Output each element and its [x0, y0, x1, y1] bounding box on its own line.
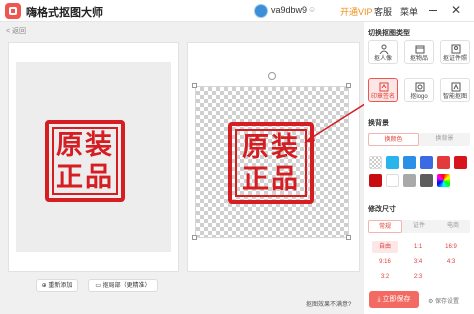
original-stamp: 原装 正品 [45, 120, 125, 202]
ratio-1-1[interactable]: 1:1 [405, 241, 431, 253]
ratio-16-9[interactable]: 16:9 [438, 241, 464, 253]
smart-cutout-icon [451, 82, 461, 92]
color-swatch-sky-blue[interactable] [386, 156, 399, 169]
color-swatch-crimson[interactable] [369, 174, 382, 187]
stamp-text-line1: 原装 [56, 130, 114, 161]
color-swatch-gray[interactable] [403, 174, 416, 187]
logo-icon [415, 82, 425, 92]
ratio-3-4[interactable]: 3:4 [405, 256, 431, 268]
tab-change-color[interactable]: 换颜色 [368, 133, 419, 146]
ratio-2-3[interactable]: 2:3 [405, 271, 431, 283]
resize-handle[interactable] [346, 83, 351, 88]
stamp-text-line2: 正品 [56, 162, 114, 193]
bg-tab-group: 换颜色 换背景 [368, 133, 470, 146]
rotate-handle-icon[interactable] [268, 72, 276, 80]
type-stamp-button[interactable]: 印章签名 [368, 78, 398, 102]
ratio-3-2[interactable]: 3:2 [372, 271, 398, 283]
app-window: 嗨格式抠图大师 va9dbw9 ☺ 开通VIP 客服 菜单 ✕ < 返回 原装 … [0, 0, 474, 314]
minimize-icon[interactable] [429, 10, 437, 11]
gear-icon: ⚙ [428, 299, 436, 305]
vip-button[interactable]: 开通VIP [340, 5, 373, 18]
cutout-type-title: 切换抠图类型 [368, 30, 410, 37]
resize-handle[interactable] [346, 235, 351, 240]
username[interactable]: va9dbw9 [271, 5, 307, 15]
user-avatar[interactable] [254, 4, 268, 18]
customer-service-button[interactable]: 客服 [374, 5, 392, 18]
tab-change-background[interactable]: 换背景 [419, 133, 470, 146]
title-bar: 嗨格式抠图大师 va9dbw9 ☺ 开通VIP 客服 菜单 ✕ [0, 0, 474, 22]
box-icon [415, 45, 425, 54]
size-title: 修改尺寸 [368, 206, 396, 213]
size-tab-group: 常规 证件 电商 [368, 220, 470, 233]
ratio-free[interactable]: 自由 [372, 241, 398, 253]
color-swatch-red[interactable] [437, 156, 450, 169]
tab-size-ecommerce[interactable]: 电商 [436, 220, 470, 233]
type-smart-button[interactable]: 智能抠图 [440, 78, 470, 102]
color-swatch-transparent[interactable] [369, 156, 382, 169]
person-icon [379, 44, 389, 54]
type-logo-button[interactable]: 抠logo [404, 78, 434, 102]
back-link[interactable]: < 返回 [6, 26, 26, 36]
close-icon[interactable]: ✕ [451, 3, 461, 17]
type-portrait-button[interactable]: 抠人像 [368, 40, 398, 64]
app-logo-icon [5, 3, 21, 19]
user-badge-icon: ☺ [308, 5, 317, 14]
id-photo-icon [451, 44, 461, 54]
color-picker-icon[interactable] [437, 174, 450, 187]
save-settings-link[interactable]: ⚙ 保存设置 [428, 296, 459, 305]
crop-icon: ▭ [95, 283, 103, 289]
menu-button[interactable]: 菜单 [400, 5, 418, 18]
resize-handle[interactable] [192, 235, 197, 240]
stamp-text-line1: 原装 [242, 132, 300, 163]
tab-size-id[interactable]: 证件 [402, 220, 436, 233]
color-swatch-blue[interactable] [403, 156, 416, 169]
ratio-4-3[interactable]: 4:3 [438, 256, 464, 268]
ratio-9-16[interactable]: 9:16 [372, 256, 398, 268]
color-swatch-white[interactable] [386, 174, 399, 187]
pointer-arrow-icon [304, 101, 369, 143]
refine-partial-button[interactable]: ▭ 抠局部（更精准） [88, 279, 158, 292]
color-swatch-dark-gray[interactable] [420, 174, 433, 187]
type-id-photo-button[interactable]: 抠证件照 [440, 40, 470, 64]
stamp-icon [379, 82, 389, 92]
color-swatch-royal-blue[interactable] [420, 156, 433, 169]
color-swatch-deep-red[interactable] [454, 156, 467, 169]
re-add-button[interactable]: ⊕ 重新添加 [36, 279, 78, 292]
type-object-button[interactable]: 抠物品 [404, 40, 434, 64]
tab-size-common[interactable]: 常规 [368, 220, 402, 233]
save-now-button[interactable]: ⤓ 立即保存 [369, 291, 419, 308]
feedback-link[interactable]: 抠图效果不满意? [306, 299, 351, 308]
app-title: 嗨格式抠图大师 [26, 7, 103, 19]
stamp-text-line2: 正品 [242, 164, 300, 195]
resize-handle[interactable] [192, 83, 197, 88]
background-title: 换背景 [368, 120, 389, 127]
